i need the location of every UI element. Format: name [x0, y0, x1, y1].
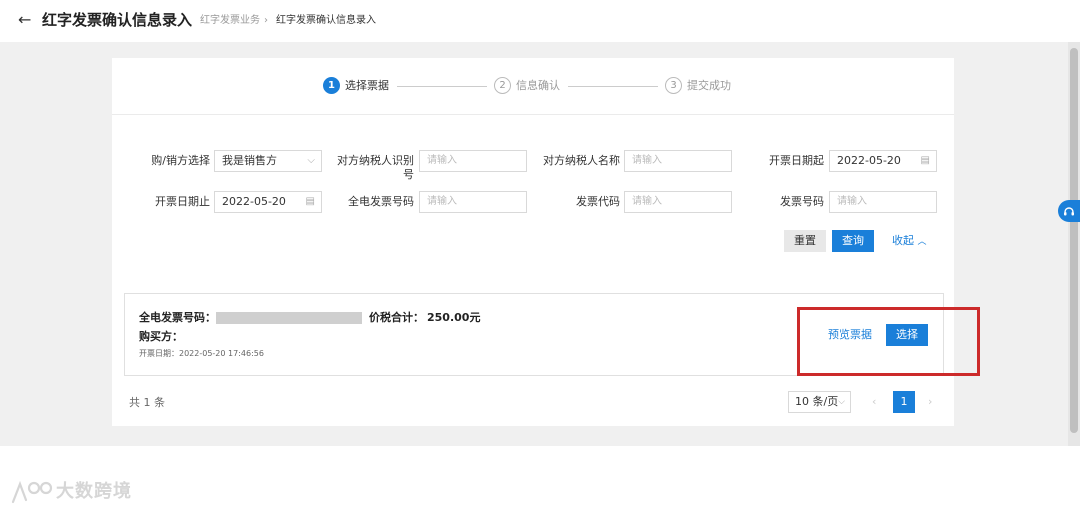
date-end-value: 2022-05-20 — [222, 195, 286, 208]
page-size-value: 10 条/页 — [795, 395, 839, 408]
step-connector-1 — [397, 86, 487, 87]
date-start-input[interactable]: 2022-05-20 ▤ — [829, 150, 937, 172]
steps-divider — [112, 114, 954, 115]
step-3-circle: 3 — [665, 77, 682, 94]
step-2-label: 信息确认 — [516, 79, 560, 92]
next-page-button[interactable]: › — [928, 395, 932, 409]
page-size-select[interactable]: 10 条/页 ⌵ — [788, 391, 851, 413]
date-start-label: 开票日期起 — [769, 154, 824, 167]
date-end-label: 开票日期止 — [155, 195, 210, 208]
highlight-box — [797, 307, 980, 376]
prev-page-button[interactable]: ‹ — [872, 395, 876, 409]
step-1-label: 选择票据 — [345, 79, 389, 92]
e-invoice-no-input[interactable]: 请输入 — [419, 191, 527, 213]
result-buyer-label: 购买方： — [139, 330, 183, 343]
reset-button[interactable]: 重置 — [784, 230, 826, 252]
back-arrow-icon[interactable]: ← — [18, 10, 31, 30]
page-title: 红字发票确认信息录入 — [42, 11, 193, 29]
invoice-no-placeholder: 请输入 — [837, 196, 867, 207]
step-2-circle: 2 — [494, 77, 511, 94]
role-label: 购/销方选择 — [151, 154, 210, 167]
step-1-circle: 1 — [323, 77, 340, 94]
invoice-no-label: 发票号码 — [780, 195, 824, 208]
result-invoice-no-label: 全电发票号码： — [139, 311, 216, 324]
scrollbar-thumb[interactable] — [1070, 48, 1078, 433]
page-1-button[interactable]: 1 — [893, 391, 915, 413]
chevron-down-icon: ⌵ — [838, 397, 845, 407]
role-select[interactable]: 我是销售方 ⌵ — [214, 150, 322, 172]
date-start-value: 2022-05-20 — [837, 154, 901, 167]
collapse-link[interactable]: 收起 ︿ — [892, 234, 927, 249]
result-date: 开票日期：2022-05-20 17:46:56 — [139, 349, 264, 358]
brand-logo-icon — [10, 478, 54, 510]
counterparty-taxid-placeholder: 请输入 — [427, 155, 457, 166]
breadcrumb-item-current: 红字发票确认信息录入 — [276, 15, 376, 26]
calendar-icon: ▤ — [305, 196, 315, 207]
chevron-up-icon: ︿ — [917, 237, 927, 247]
date-end-input[interactable]: 2022-05-20 ▤ — [214, 191, 322, 213]
counterparty-name-label: 对方纳税人名称 — [543, 154, 620, 167]
result-total-value: 250.00元 — [427, 311, 481, 324]
invoice-code-input[interactable]: 请输入 — [624, 191, 732, 213]
query-button[interactable]: 查询 — [832, 230, 874, 252]
e-invoice-no-placeholder: 请输入 — [427, 196, 457, 207]
counterparty-taxid-label: 对方纳税人识别号 — [337, 154, 414, 181]
chevron-down-icon: ⌵ — [307, 155, 315, 166]
counterparty-taxid-input[interactable]: 请输入 — [419, 150, 527, 172]
brand-logo-text: 大数跨境 — [56, 481, 132, 502]
step-3-label: 提交成功 — [687, 79, 731, 92]
result-total-label: 价税合计： — [369, 311, 424, 324]
collapse-label: 收起 — [892, 234, 914, 247]
counterparty-name-placeholder: 请输入 — [632, 155, 662, 166]
breadcrumb-separator: › — [264, 15, 268, 26]
masked-invoice-number — [216, 312, 362, 324]
invoice-no-input[interactable]: 请输入 — [829, 191, 937, 213]
page-header: ← 红字发票确认信息录入 红字发票业务 › 红字发票确认信息录入 — [0, 0, 1080, 42]
step-connector-2 — [568, 86, 658, 87]
total-count: 共 1 条 — [129, 396, 165, 409]
headset-icon[interactable] — [1058, 200, 1080, 222]
invoice-code-placeholder: 请输入 — [632, 196, 662, 207]
invoice-code-label: 发票代码 — [576, 195, 620, 208]
calendar-icon: ▤ — [920, 155, 930, 166]
e-invoice-no-label: 全电发票号码 — [348, 195, 414, 208]
role-select-value: 我是销售方 — [222, 154, 277, 167]
counterparty-name-input[interactable]: 请输入 — [624, 150, 732, 172]
breadcrumb-item-red-invoice[interactable]: 红字发票业务 — [200, 14, 260, 28]
